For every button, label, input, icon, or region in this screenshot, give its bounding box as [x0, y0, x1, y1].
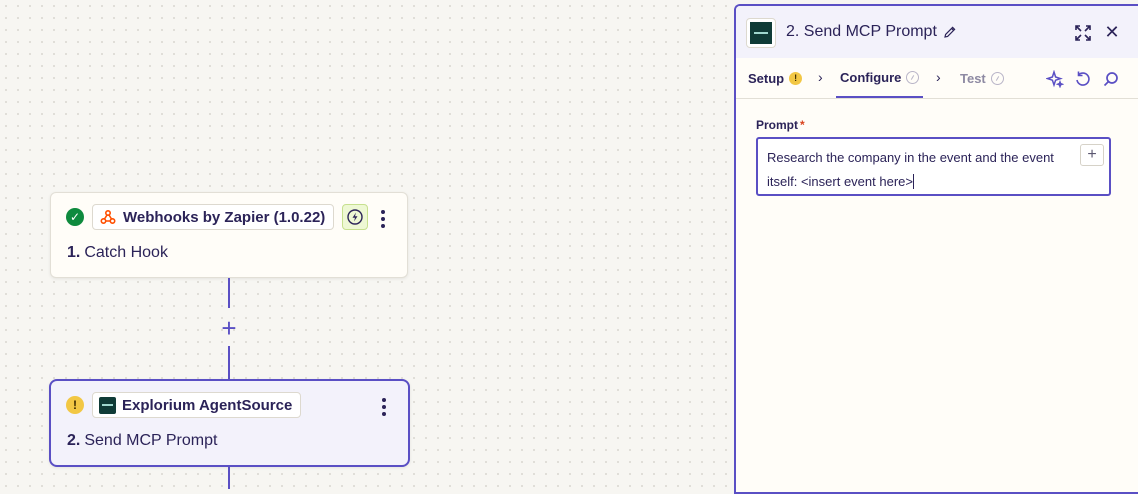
pencil-icon[interactable] — [943, 25, 957, 39]
chevron-right-icon: › — [936, 69, 941, 85]
tab-label: Test — [960, 70, 986, 86]
prompt-value-line-1: Research the company in the event and th… — [767, 150, 1054, 165]
undo-icon[interactable] — [1074, 70, 1092, 88]
panel-title-text: 2. Send MCP Prompt — [786, 23, 937, 40]
exclamation-circle-icon: ! — [66, 396, 84, 414]
step-connector — [228, 278, 230, 308]
chevron-right-icon: › — [818, 69, 823, 85]
step-name: Catch Hook — [84, 244, 168, 261]
step-card-header: ! Explorium AgentSource — [66, 392, 302, 418]
step-connector — [228, 346, 230, 380]
tab-configure[interactable]: Configure — [836, 58, 924, 98]
insert-data-button[interactable]: + — [1080, 144, 1104, 166]
step-tabs: Setup ! › Configure › Test — [736, 58, 1138, 99]
kebab-menu-icon[interactable] — [375, 207, 391, 231]
prompt-input-value: Research the company in the event and th… — [767, 146, 1067, 194]
sparkle-icon[interactable] — [1046, 70, 1064, 88]
prompt-field-label: Prompt * — [756, 118, 805, 132]
step-card-header: ✓ Webhooks by Zapier (1.0.22) — [66, 204, 369, 230]
expand-icon[interactable] — [1074, 24, 1092, 42]
step-title: 2. Send MCP Prompt — [67, 432, 217, 450]
step-card-catch-hook[interactable]: ✓ Webhooks by Zapier (1.0.22) 1. Catch H… — [50, 192, 408, 278]
check-circle-icon: ✓ — [66, 208, 84, 226]
step-number: 2. — [67, 432, 81, 449]
step-connector — [228, 466, 230, 489]
zap-editor-canvas: ✓ Webhooks by Zapier (1.0.22) 1. Catch H… — [0, 0, 734, 489]
tab-label: Configure — [840, 69, 902, 85]
tab-setup[interactable]: Setup ! — [748, 58, 803, 98]
prompt-input[interactable]: Research the company in the event and th… — [756, 137, 1111, 196]
step-card-send-mcp-prompt[interactable]: ! Explorium AgentSource 2. Send MCP Promp… — [49, 379, 410, 467]
app-name: Explorium AgentSource — [122, 396, 293, 414]
required-mark: * — [800, 118, 805, 132]
tab-test[interactable]: Test — [960, 58, 1004, 98]
explorium-logo-icon — [99, 396, 116, 414]
tab-label: Setup — [748, 70, 785, 86]
pending-clock-icon — [990, 71, 1004, 85]
prompt-label-text: Prompt — [756, 118, 798, 132]
exclamation-circle-icon: ! — [789, 71, 803, 85]
app-chip-webhooks: Webhooks by Zapier (1.0.22) — [92, 204, 335, 230]
lightning-bolt-icon[interactable] — [342, 204, 369, 230]
search-icon[interactable] — [1102, 70, 1120, 88]
explorium-logo-icon — [746, 18, 776, 48]
step-editor-panel: 2. Send MCP Prompt ✕ Setup ! › Configure… — [734, 4, 1138, 494]
pending-clock-icon — [906, 70, 920, 84]
step-name: Send MCP Prompt — [84, 432, 218, 449]
panel-header: 2. Send MCP Prompt ✕ — [736, 6, 1138, 58]
close-icon[interactable]: ✕ — [1102, 22, 1122, 42]
app-name: Webhooks by Zapier (1.0.22) — [123, 208, 326, 226]
app-chip-explorium: Explorium AgentSource — [92, 392, 302, 418]
text-caret — [912, 174, 914, 189]
step-number: 1. — [67, 244, 81, 261]
add-step-button[interactable]: + — [216, 315, 242, 341]
step-title: 1. Catch Hook — [67, 244, 168, 262]
prompt-value-line-2: itself: <insert event here> — [767, 174, 913, 189]
kebab-menu-icon[interactable] — [376, 395, 392, 419]
webhook-icon — [99, 208, 117, 226]
panel-title[interactable]: 2. Send MCP Prompt — [786, 23, 957, 41]
